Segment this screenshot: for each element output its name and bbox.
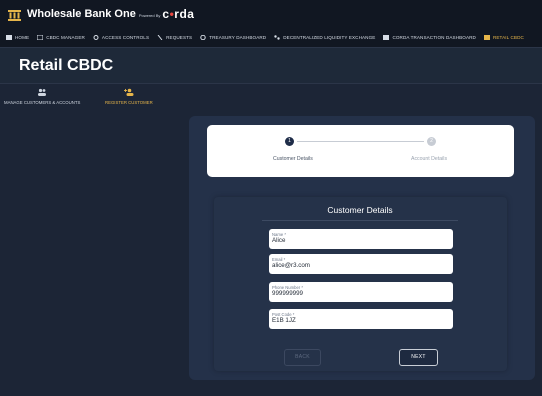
home-icon — [6, 35, 12, 40]
page-title: Retail CBDC — [19, 56, 114, 74]
nav-item-cbdc-manager[interactable]: CBDC MANAGER — [36, 34, 85, 41]
page-header: Retail CBDC — [0, 48, 542, 84]
nav-item-access-controls[interactable]: ACCESS CONTROLS — [93, 35, 149, 40]
brand-suffix: rda — [174, 7, 195, 21]
nav-item-requests[interactable]: REQUESTS — [157, 34, 193, 41]
nav-label: CORDA TRANSACTION DASHBOARD — [392, 35, 476, 40]
nav-label: CBDC MANAGER — [46, 35, 85, 40]
progress-stepper: 1 2 Customer Details Account Details — [207, 125, 514, 177]
app-topbar: Wholesale Bank One Powered By c•rda — [0, 0, 542, 28]
app-title: Wholesale Bank One — [27, 8, 136, 20]
nav-label: HOME — [15, 35, 30, 40]
cbdc-icon — [36, 34, 44, 41]
add-user-icon — [123, 88, 134, 97]
requests-icon — [157, 34, 163, 41]
subnav-register-customer[interactable]: REGISTER CUSTOMER — [105, 88, 153, 105]
postcode-field-value[interactable]: E1B 1JZ — [272, 317, 450, 325]
name-field-value[interactable]: Alice — [272, 237, 450, 245]
step-2-label: Account Details — [411, 156, 448, 162]
nav-item-liquidity-exchange[interactable]: DECENTRALIZED LIQUIDITY EXCHANGE — [274, 35, 375, 40]
subnav-label: MANAGE CUSTOMERS & ACCOUNTS — [4, 100, 81, 105]
sub-nav: MANAGE CUSTOMERS & ACCOUNTS REGISTER CUS… — [0, 84, 542, 114]
step-2-indicator: 2 — [427, 137, 436, 146]
subnav-manage-customers[interactable]: MANAGE CUSTOMERS & ACCOUNTS — [4, 88, 80, 105]
postcode-field[interactable]: Post Code * E1B 1JZ — [269, 309, 453, 329]
retail-icon — [483, 35, 490, 40]
exchange-icon — [274, 35, 280, 40]
powered-by-label: Powered By — [138, 13, 161, 18]
back-button[interactable]: BACK — [284, 349, 321, 366]
phone-field[interactable]: Phone Number * 999999999 — [269, 282, 453, 302]
bank-logo-icon — [8, 8, 21, 21]
gear-icon — [93, 35, 99, 40]
subnav-label: REGISTER CUSTOMER — [105, 100, 153, 105]
nav-label: TREASURY DASHBOARD — [209, 35, 267, 40]
step-connector — [297, 141, 424, 142]
users-icon — [37, 88, 47, 97]
nav-label: RETAIL CBDC — [492, 35, 524, 40]
form-divider — [262, 220, 458, 221]
nav-item-treasury-dashboard[interactable]: TREASURY DASHBOARD — [200, 34, 267, 41]
step-1-indicator: 1 — [285, 137, 294, 146]
step-1-label: Customer Details — [273, 156, 313, 162]
nav-label: REQUESTS — [166, 35, 193, 40]
name-field[interactable]: Name * Alice — [269, 229, 453, 249]
treasury-icon — [200, 34, 206, 41]
form-heading: Customer Details — [327, 205, 393, 215]
nav-label: ACCESS CONTROLS — [101, 35, 150, 40]
next-button[interactable]: NEXT — [399, 349, 438, 366]
phone-field-value[interactable]: 999999999 — [272, 290, 450, 298]
nav-item-home[interactable]: HOME — [6, 35, 29, 40]
email-field[interactable]: Email * alice@r3.com — [269, 254, 453, 274]
corda-logo: c•rda — [162, 7, 194, 21]
email-field-value[interactable]: alice@r3.com — [272, 262, 450, 270]
dashboard-icon — [383, 35, 390, 40]
brand-prefix: c — [162, 7, 170, 21]
nav-label: DECENTRALIZED LIQUIDITY EXCHANGE — [283, 35, 376, 40]
main-nav: HOME CBDC MANAGER ACCESS CONTROLS REQUES… — [0, 28, 542, 48]
nav-item-corda-dashboard[interactable]: CORDA TRANSACTION DASHBOARD — [383, 35, 476, 40]
nav-item-retail-cbdc[interactable]: RETAIL CBDC — [483, 35, 524, 40]
